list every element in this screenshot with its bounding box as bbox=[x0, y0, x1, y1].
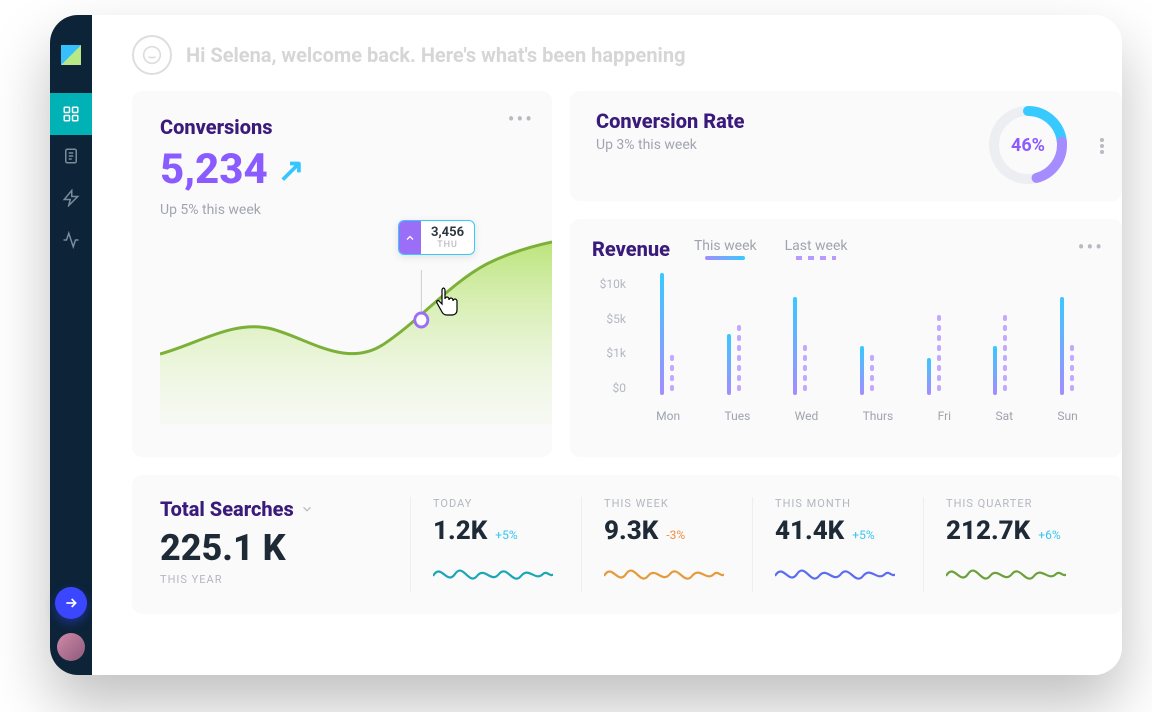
conversions-title: Conversions bbox=[160, 115, 552, 139]
revenue-bar-Wed[interactable] bbox=[793, 273, 807, 395]
sparkline bbox=[946, 556, 1094, 592]
nav-dashboard[interactable] bbox=[50, 93, 92, 135]
conversions-card: ••• Conversions 5,234 ↗ Up 5% this week bbox=[132, 91, 552, 457]
revenue-chart[interactable]: $10k$5k$1k$0 MonTuesWedThursFriSatSun bbox=[592, 273, 1100, 423]
main: Hi Selena, welcome back. Here's what's b… bbox=[92, 15, 1122, 675]
rate-donut: 46% bbox=[986, 103, 1070, 187]
greeting-text: Hi Selena, welcome back. Here's what's b… bbox=[186, 43, 686, 67]
trend-up-icon: ↗ bbox=[278, 151, 305, 189]
searches-value: 225.1 K bbox=[160, 527, 410, 569]
nav-flash[interactable] bbox=[50, 177, 92, 219]
sparkline bbox=[433, 556, 581, 592]
metric-this-month: THIS MONTH 41.4K+5% bbox=[752, 497, 923, 592]
cursor-hand-icon bbox=[432, 286, 460, 318]
lightning-icon bbox=[62, 189, 80, 207]
nav-activity[interactable] bbox=[50, 219, 92, 261]
revenue-bar-Sun[interactable] bbox=[1060, 273, 1074, 395]
revenue-title: Revenue bbox=[592, 237, 670, 261]
sparkline bbox=[775, 556, 923, 592]
chat-icon bbox=[132, 35, 172, 75]
action-button[interactable] bbox=[55, 587, 87, 619]
metric-today: TODAY 1.2K+5% bbox=[410, 497, 581, 592]
metric-this-week: THIS WEEK 9.3K-3% bbox=[581, 497, 752, 592]
metric-this-quarter: THIS QUARTER 212.7K+6% bbox=[923, 497, 1094, 592]
conversions-subtitle: Up 5% this week bbox=[160, 202, 552, 218]
logo bbox=[61, 45, 81, 65]
nav-document[interactable] bbox=[50, 135, 92, 177]
more-icon[interactable]: ••• bbox=[1078, 235, 1104, 259]
avatar[interactable] bbox=[57, 633, 85, 661]
more-vertical-icon[interactable] bbox=[1100, 138, 1104, 154]
more-icon[interactable]: ••• bbox=[508, 107, 534, 131]
conversions-chart[interactable]: 3,456 THU bbox=[160, 234, 552, 424]
conversion-rate-card: Conversion Rate Up 3% this week 46% bbox=[570, 91, 1122, 201]
revenue-legend: This week Last week bbox=[694, 238, 848, 260]
arrow-right-icon bbox=[63, 595, 79, 611]
revenue-bar-Thurs[interactable] bbox=[860, 273, 874, 395]
revenue-card: ••• Revenue This week Last week $10k$5k$… bbox=[570, 219, 1122, 457]
chart-tooltip: 3,456 THU bbox=[398, 220, 475, 255]
revenue-bar-Fri[interactable] bbox=[927, 273, 941, 395]
grid-icon bbox=[62, 105, 80, 123]
searches-title[interactable]: Total Searches bbox=[160, 497, 410, 521]
searches-card: Total Searches 225.1 K THIS YEAR TODAY 1… bbox=[132, 475, 1122, 614]
document-icon bbox=[62, 147, 80, 165]
revenue-bar-Sat[interactable] bbox=[993, 273, 1007, 395]
sparkline bbox=[604, 556, 752, 592]
sidebar bbox=[50, 15, 92, 675]
searches-period: THIS YEAR bbox=[160, 573, 410, 586]
revenue-bar-Mon[interactable] bbox=[660, 273, 674, 395]
chevron-down-icon bbox=[300, 502, 314, 516]
revenue-bar-Tues[interactable] bbox=[727, 273, 741, 395]
conversions-value: 5,234 ↗ bbox=[160, 145, 552, 194]
activity-icon bbox=[62, 231, 80, 249]
chevron-up-icon bbox=[399, 221, 421, 254]
